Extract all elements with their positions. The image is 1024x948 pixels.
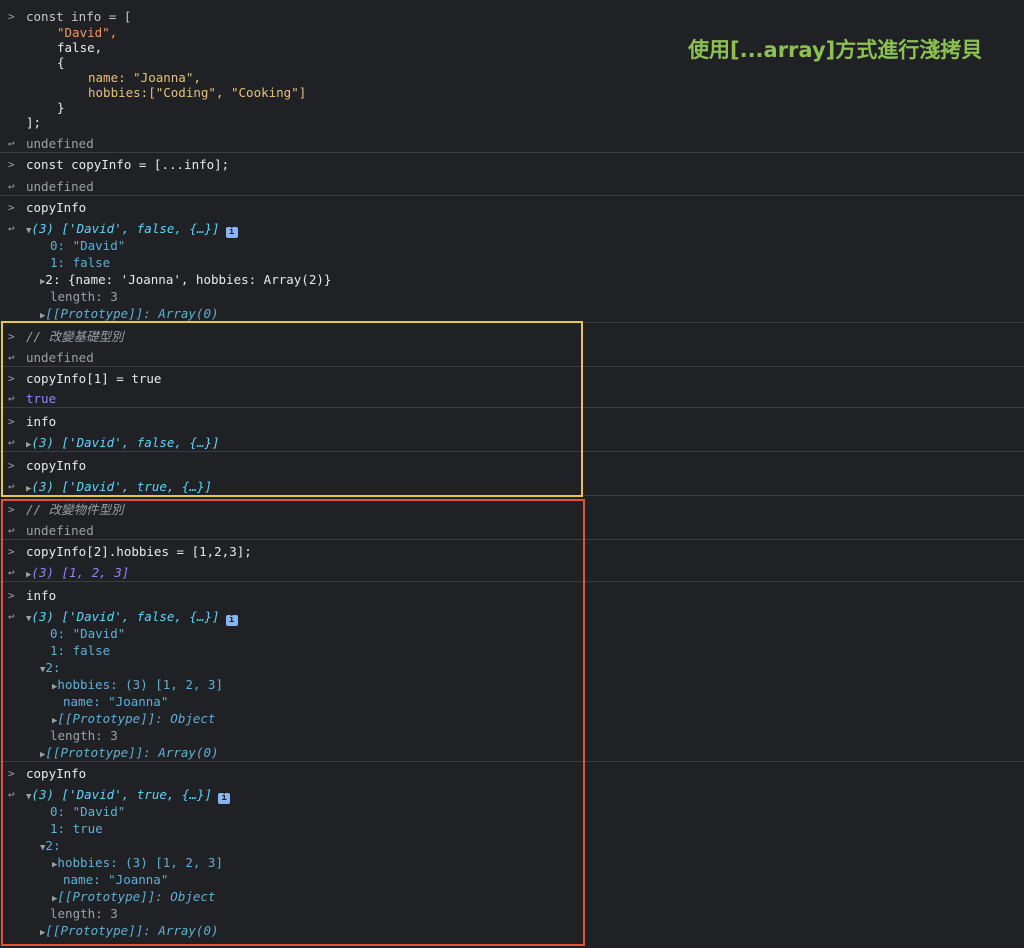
code-line[interactable]: ]; [26, 115, 41, 130]
result-value: undefined [26, 179, 94, 194]
chevron-right-icon: > [8, 545, 15, 558]
return-arrow-icon: ↩ [8, 524, 15, 537]
console-entry: > copyInfo ↩ ▶(3) ['David', true, {…}] [0, 451, 1024, 495]
result-value: undefined [26, 136, 94, 151]
return-arrow-icon: ↩ [8, 480, 15, 493]
property-line: 0: "David" [50, 804, 126, 819]
code-line[interactable]: copyInfo [26, 765, 86, 782]
code-line[interactable]: copyInfo[1] = true [26, 370, 161, 387]
chevron-right-icon: > [8, 589, 15, 602]
chevron-right-icon: > [8, 415, 15, 428]
return-arrow-icon: ↩ [8, 137, 15, 150]
result-value: undefined [26, 523, 94, 538]
code-line[interactable]: info [26, 587, 56, 604]
chevron-right-icon: > [8, 503, 15, 516]
code-comment[interactable]: // 改變物件型別 [26, 501, 124, 518]
chevron-right-icon: > [8, 330, 15, 343]
property-line: 1: true [50, 821, 103, 836]
code-line[interactable]: } [57, 100, 65, 115]
code-line[interactable]: hobbies:["Coding", "Cooking"] [88, 85, 306, 100]
chevron-right-icon: > [8, 10, 15, 23]
code-line[interactable]: copyInfo[2].hobbies = [1,2,3]; [26, 543, 252, 560]
chevron-right-icon: > [8, 767, 15, 780]
return-arrow-icon: ↩ [8, 788, 15, 801]
return-arrow-icon: ↩ [8, 222, 15, 235]
property-line: length: 3 [50, 728, 118, 743]
return-arrow-icon: ↩ [8, 436, 15, 449]
property-line: 0: "David" [50, 626, 126, 641]
console-entry: > // 改變物件型別 ↩ undefined [0, 495, 1024, 539]
devtools-console: > const info = [ "David", false, { name: … [0, 0, 1024, 939]
return-arrow-icon: ↩ [8, 610, 15, 623]
annotation-label: 使用[...array]方式進行淺拷貝 [688, 38, 983, 62]
return-arrow-icon: ↩ [8, 392, 15, 405]
console-entry: > copyInfo[1] = true ↩ true [0, 366, 1024, 407]
console-entry: > info ↩ ▶(3) ['David', false, {…}] [0, 407, 1024, 451]
chevron-right-icon: > [8, 158, 15, 171]
property-line: length: 3 [50, 906, 118, 921]
console-entry: > info ↩ ▼(3) ['David', false, {…}] i 0: "D… [0, 581, 1024, 761]
property-line: length: 3 [50, 289, 118, 304]
code-line[interactable]: { [57, 55, 65, 70]
return-arrow-icon: ↩ [8, 180, 15, 193]
property-line: name: "Joanna" [63, 694, 169, 709]
code-line[interactable]: const info = [ [26, 8, 131, 25]
chevron-right-icon: > [8, 372, 15, 385]
console-entry: > copyInfo ↩ ▼(3) ['David', false, {…}] i 0… [0, 195, 1024, 322]
property-line: name: "Joanna" [63, 872, 169, 887]
console-entry: > const copyInfo = [...info]; ↩ undefined [0, 152, 1024, 195]
chevron-right-icon: > [8, 459, 15, 472]
return-arrow-icon: ↩ [8, 566, 15, 579]
console-entry: > copyInfo[2].hobbies = [1,2,3]; ↩ ▶(3) [1… [0, 539, 1024, 581]
code-line[interactable]: copyInfo [26, 199, 86, 216]
code-comment[interactable]: // 改變基礎型別 [26, 328, 124, 345]
property-line[interactable]: ▶[[Prototype]]: Array(0) [40, 922, 219, 942]
result-value: undefined [26, 350, 94, 365]
property-line: 0: "David" [50, 238, 126, 253]
property-line: 1: false [50, 255, 111, 270]
code-line[interactable]: const copyInfo = [...info]; [26, 156, 229, 173]
code-line[interactable]: info [26, 413, 56, 430]
property-line: 1: false [50, 643, 111, 658]
code-line[interactable]: "David", [57, 25, 117, 40]
code-line[interactable]: false, [57, 40, 102, 55]
chevron-right-icon: > [8, 201, 15, 214]
console-entry: > copyInfo ↩ ▼(3) ['David', true, {…}] i 0:… [0, 761, 1024, 939]
console-entry: > // 改變基礎型別 ↩ undefined [0, 322, 1024, 366]
return-arrow-icon: ↩ [8, 351, 15, 364]
code-line[interactable]: name: "Joanna", [88, 70, 201, 85]
result-value: true [26, 391, 57, 406]
console-entry: > const info = [ "David", false, { name: … [0, 0, 1024, 152]
code-line[interactable]: copyInfo [26, 457, 86, 474]
